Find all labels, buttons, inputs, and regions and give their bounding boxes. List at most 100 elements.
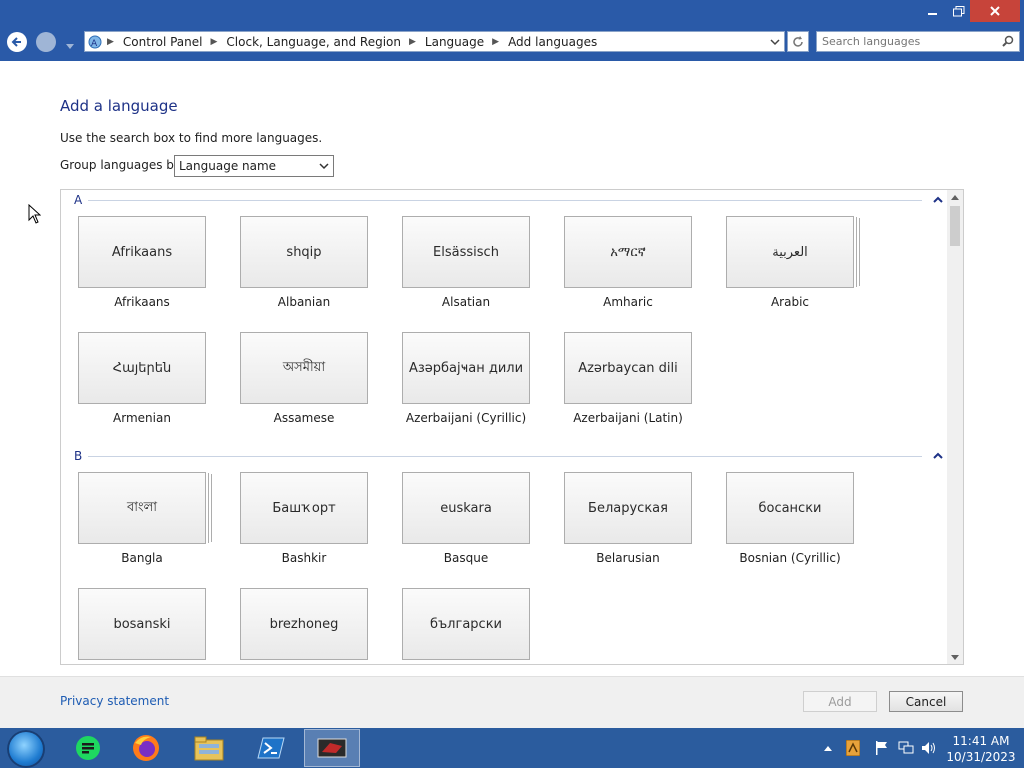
breadcrumb-clock-language-region[interactable]: Clock, Language, and Region bbox=[226, 35, 401, 49]
chevron-up-icon bbox=[824, 745, 832, 751]
show-hidden-icons-button[interactable] bbox=[820, 740, 836, 756]
language-native-name: العربية bbox=[726, 216, 854, 288]
language-native-name: bosanski bbox=[78, 588, 206, 660]
vertical-scrollbar[interactable] bbox=[947, 190, 963, 664]
chevron-up-icon bbox=[933, 452, 943, 459]
language-native-name: Afrikaans bbox=[78, 216, 206, 288]
search-input[interactable] bbox=[822, 35, 997, 48]
language-tile-armenian[interactable]: Հայերեն Armenian bbox=[78, 332, 206, 432]
tray-app-icon[interactable] bbox=[845, 740, 861, 756]
network-icon[interactable] bbox=[898, 740, 914, 756]
search-hint: Use the search box to find more language… bbox=[60, 131, 323, 145]
language-native-name: brezhoneg bbox=[240, 588, 368, 660]
language-tile-basque[interactable]: euskara Basque bbox=[402, 472, 530, 572]
language-tile-azerbaijani-cyrillic[interactable]: Азәрбајҹан дили Azerbaijani (Cyrillic) bbox=[402, 332, 530, 432]
group-letter: A bbox=[74, 193, 83, 207]
taskbar-app-powershell[interactable] bbox=[243, 729, 299, 767]
language-name: Afrikaans bbox=[114, 295, 170, 309]
refresh-icon bbox=[793, 35, 803, 47]
arrow-left-icon bbox=[11, 37, 21, 47]
taskbar-app-firefox[interactable] bbox=[118, 729, 174, 767]
address-history-dropdown[interactable] bbox=[770, 36, 780, 50]
recent-pages-dropdown[interactable] bbox=[66, 38, 74, 52]
collapse-group-button[interactable] bbox=[932, 194, 944, 206]
scroll-up-button[interactable] bbox=[947, 190, 963, 204]
group-by-select[interactable]: Language name bbox=[174, 155, 334, 177]
language-name: Alsatian bbox=[441, 295, 491, 309]
flag-icon bbox=[876, 741, 887, 755]
clock-time: 11:41 AM bbox=[952, 734, 1010, 748]
language-tile-assamese[interactable]: অসমীয়া Assamese bbox=[240, 332, 368, 432]
restore-icon bbox=[953, 5, 965, 16]
powershell-icon bbox=[257, 737, 285, 759]
breadcrumb: Control Panel ▶ Clock, Language, and Reg… bbox=[122, 34, 598, 49]
forward-button[interactable] bbox=[36, 32, 56, 52]
tray-app-icon-glyph bbox=[846, 740, 860, 756]
language-native-name: Հայերեն bbox=[78, 332, 206, 404]
scroll-down-button[interactable] bbox=[947, 650, 963, 664]
language-tile-alsatian[interactable]: Elsässisch Alsatian bbox=[402, 216, 530, 316]
language-tile-belarusian[interactable]: Беларуская Belarusian bbox=[564, 472, 692, 572]
language-name: Azerbaijani (Latin) bbox=[573, 411, 683, 425]
language-native-name: Азәрбајҹан дили bbox=[402, 332, 530, 404]
language-tile-azerbaijani-latin[interactable]: Azərbaycan dili Azerbaijani (Latin) bbox=[564, 332, 692, 432]
taskbar-app-notes[interactable] bbox=[60, 729, 116, 767]
back-button[interactable] bbox=[7, 32, 27, 52]
group-divider bbox=[88, 455, 922, 457]
language-name: Bashkir bbox=[281, 551, 327, 565]
clock-date: 10/31/2023 bbox=[946, 750, 1016, 764]
language-tile-bashkir[interactable]: Башҡорт Bashkir bbox=[240, 472, 368, 572]
search-icon[interactable] bbox=[1002, 35, 1014, 50]
system-clock[interactable]: 11:41 AM 10/31/2023 bbox=[946, 733, 1016, 765]
language-native-name: Elsässisch bbox=[402, 216, 530, 288]
language-tile-bosnian-cyrillic[interactable]: босански Bosnian (Cyrillic) bbox=[726, 472, 854, 572]
language-name: Arabic bbox=[770, 295, 810, 309]
language-native-name: Беларуская bbox=[564, 472, 692, 544]
start-button[interactable] bbox=[7, 730, 45, 768]
language-name: Bangla bbox=[121, 551, 163, 565]
group-divider bbox=[88, 199, 922, 201]
add-button[interactable]: Add bbox=[803, 691, 877, 712]
collapse-group-button[interactable] bbox=[932, 450, 944, 462]
language-name: Belarusian bbox=[596, 551, 660, 565]
group-letter: B bbox=[74, 449, 83, 463]
app-window-icon bbox=[317, 738, 347, 758]
address-bar[interactable]: A ▶ Control Panel ▶ Clock, Language, and… bbox=[84, 31, 785, 52]
language-tile-breton[interactable]: brezhoneg bbox=[240, 588, 368, 664]
language-native-name: shqip bbox=[240, 216, 368, 288]
language-native-name: অসমীয়া bbox=[240, 332, 368, 404]
language-tile-bulgarian[interactable]: български bbox=[402, 588, 530, 664]
language-name: Armenian bbox=[113, 411, 171, 425]
breadcrumb-add-languages[interactable]: Add languages bbox=[508, 35, 597, 49]
refresh-button[interactable] bbox=[787, 31, 809, 52]
breadcrumb-language[interactable]: Language bbox=[425, 35, 484, 49]
language-tile-bosnian-latin[interactable]: bosanski bbox=[78, 588, 206, 664]
language-name: Albanian bbox=[277, 295, 331, 309]
volume-icon[interactable] bbox=[921, 740, 937, 756]
breadcrumb-control-panel[interactable]: Control Panel bbox=[123, 35, 203, 49]
language-tile-afrikaans[interactable]: Afrikaans Afrikaans bbox=[78, 216, 206, 316]
notes-app-icon bbox=[76, 736, 100, 760]
close-button[interactable] bbox=[970, 0, 1020, 22]
privacy-statement-link[interactable]: Privacy statement bbox=[60, 694, 169, 708]
language-name: Basque bbox=[443, 551, 489, 565]
minimize-icon bbox=[928, 13, 937, 15]
language-name: Azerbaijani (Cyrillic) bbox=[405, 411, 527, 425]
chevron-down-icon bbox=[770, 39, 780, 46]
language-tile-amharic[interactable]: አማርኛ Amharic bbox=[564, 216, 692, 316]
taskbar-app-file-explorer[interactable] bbox=[181, 729, 237, 767]
group-by-label: Group languages by: bbox=[60, 158, 185, 172]
language-tile-arabic[interactable]: العربية Arabic bbox=[726, 216, 854, 316]
language-tile-bangla[interactable]: বাংলা Bangla bbox=[78, 472, 206, 572]
group-header-b: B bbox=[74, 449, 944, 463]
scroll-thumb[interactable] bbox=[950, 206, 960, 246]
speaker-icon bbox=[922, 742, 935, 754]
action-center-icon[interactable] bbox=[874, 740, 890, 756]
language-tile-albanian[interactable]: shqip Albanian bbox=[240, 216, 368, 316]
folder-icon bbox=[194, 736, 224, 761]
cancel-button[interactable]: Cancel bbox=[889, 691, 963, 712]
language-name: Assamese bbox=[273, 411, 335, 425]
taskbar-app-active-window[interactable] bbox=[304, 729, 360, 767]
group-header-a: A bbox=[74, 193, 944, 207]
search-box[interactable] bbox=[816, 31, 1020, 52]
